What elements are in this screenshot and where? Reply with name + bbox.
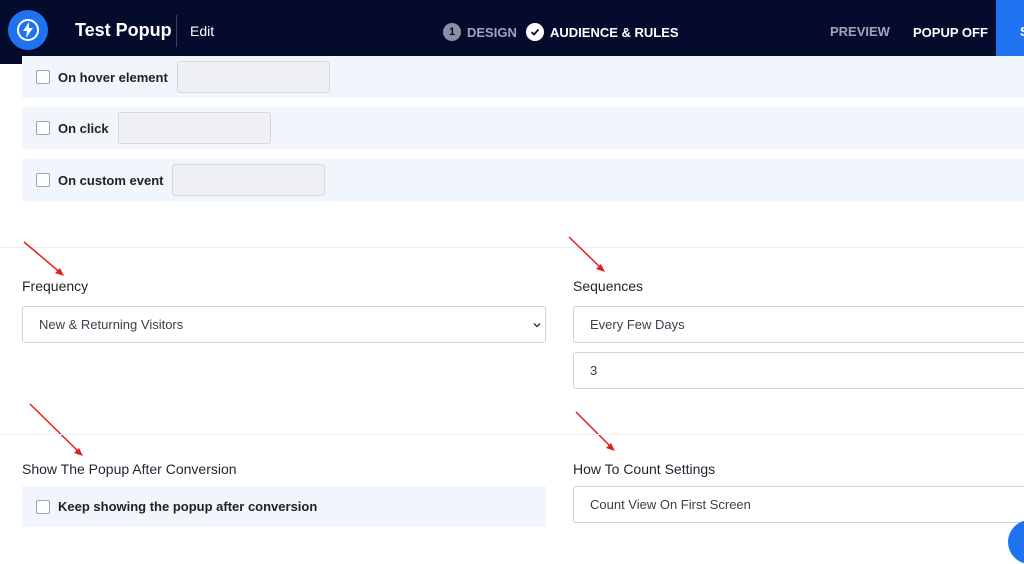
step-number-badge: 1 bbox=[443, 23, 461, 41]
custom-event-checkbox[interactable] bbox=[36, 173, 50, 187]
keep-showing-row: Keep showing the popup after conversion bbox=[22, 486, 546, 527]
trigger-label: On hover element bbox=[58, 69, 168, 85]
sequences-select[interactable]: Every Few Days bbox=[573, 306, 1024, 343]
trigger-label: On click bbox=[58, 120, 109, 136]
trigger-row-click: On click bbox=[22, 107, 1024, 149]
hover-element-input[interactable] bbox=[176, 61, 330, 93]
keep-showing-label: Keep showing the popup after conversion bbox=[58, 499, 318, 514]
save-button[interactable]: S bbox=[996, 0, 1024, 64]
chevron-down-icon bbox=[533, 323, 541, 328]
custom-event-input[interactable] bbox=[172, 164, 326, 196]
step-audience-rules[interactable]: AUDIENCE & RULES bbox=[526, 23, 679, 41]
annotation-arrow-icon bbox=[568, 236, 605, 272]
sequences-title: Sequences bbox=[573, 278, 644, 294]
section-divider bbox=[0, 434, 1024, 435]
annotation-arrow-icon bbox=[575, 411, 615, 451]
days-value: 3 bbox=[590, 363, 598, 378]
edit-title-link[interactable]: Edit bbox=[190, 23, 214, 39]
trigger-label: On custom event bbox=[58, 172, 164, 188]
step-design-label: DESIGN bbox=[467, 24, 517, 40]
sequences-selected-value: Every Few Days bbox=[590, 317, 685, 332]
hover-element-checkbox[interactable] bbox=[36, 70, 50, 84]
lightning-logo-icon[interactable] bbox=[8, 10, 48, 50]
header-divider bbox=[176, 15, 177, 47]
on-click-input[interactable] bbox=[117, 112, 271, 144]
chat-widget-button[interactable] bbox=[1008, 520, 1024, 564]
frequency-selected-value: New & Returning Visitors bbox=[39, 317, 184, 332]
on-click-checkbox[interactable] bbox=[36, 121, 50, 135]
popup-title: Test Popup bbox=[75, 20, 172, 40]
popup-off-toggle[interactable]: POPUP OFF bbox=[913, 25, 988, 40]
count-settings-select[interactable]: Count View On First Screen bbox=[573, 486, 1024, 523]
top-bar: Test Popup Edit 1 DESIGN AUDIENCE & RULE… bbox=[0, 0, 1024, 64]
section-divider bbox=[0, 247, 1024, 248]
frequency-select[interactable]: New & Returning Visitors bbox=[22, 306, 546, 343]
annotation-arrow-icon bbox=[29, 403, 83, 456]
annotation-arrow-icon bbox=[23, 241, 64, 276]
trigger-row-hover: On hover element bbox=[22, 56, 1024, 98]
frequency-title: Frequency bbox=[22, 278, 89, 294]
trigger-row-custom-event: On custom event bbox=[22, 159, 1024, 201]
lightning-bolt-icon bbox=[17, 19, 39, 41]
step-audience-label: AUDIENCE & RULES bbox=[550, 24, 679, 40]
check-circle-icon bbox=[526, 23, 544, 41]
preview-button[interactable]: PREVIEW bbox=[830, 24, 890, 39]
after-conversion-title: Show The Popup After Conversion bbox=[22, 461, 237, 477]
days-input[interactable]: 3 bbox=[573, 352, 1024, 389]
count-settings-selected-value: Count View On First Screen bbox=[590, 497, 751, 512]
keep-showing-checkbox[interactable] bbox=[36, 499, 50, 514]
step-design[interactable]: 1 DESIGN bbox=[443, 23, 517, 41]
count-settings-title: How To Count Settings bbox=[573, 461, 716, 477]
